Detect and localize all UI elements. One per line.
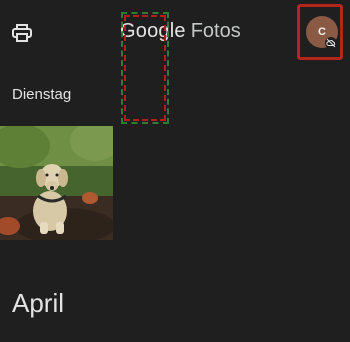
brand-fotos-text: Fotos xyxy=(190,20,241,42)
cloud-off-icon xyxy=(325,37,337,49)
day-label: Dienstag xyxy=(12,86,72,103)
highlight-box xyxy=(121,12,169,124)
print-button[interactable] xyxy=(10,22,34,44)
print-icon xyxy=(12,24,32,42)
dog-photo xyxy=(0,126,113,240)
photo-thumbnail[interactable] xyxy=(0,126,113,240)
month-label: April xyxy=(12,288,65,318)
avatar-letter: C xyxy=(318,26,326,38)
